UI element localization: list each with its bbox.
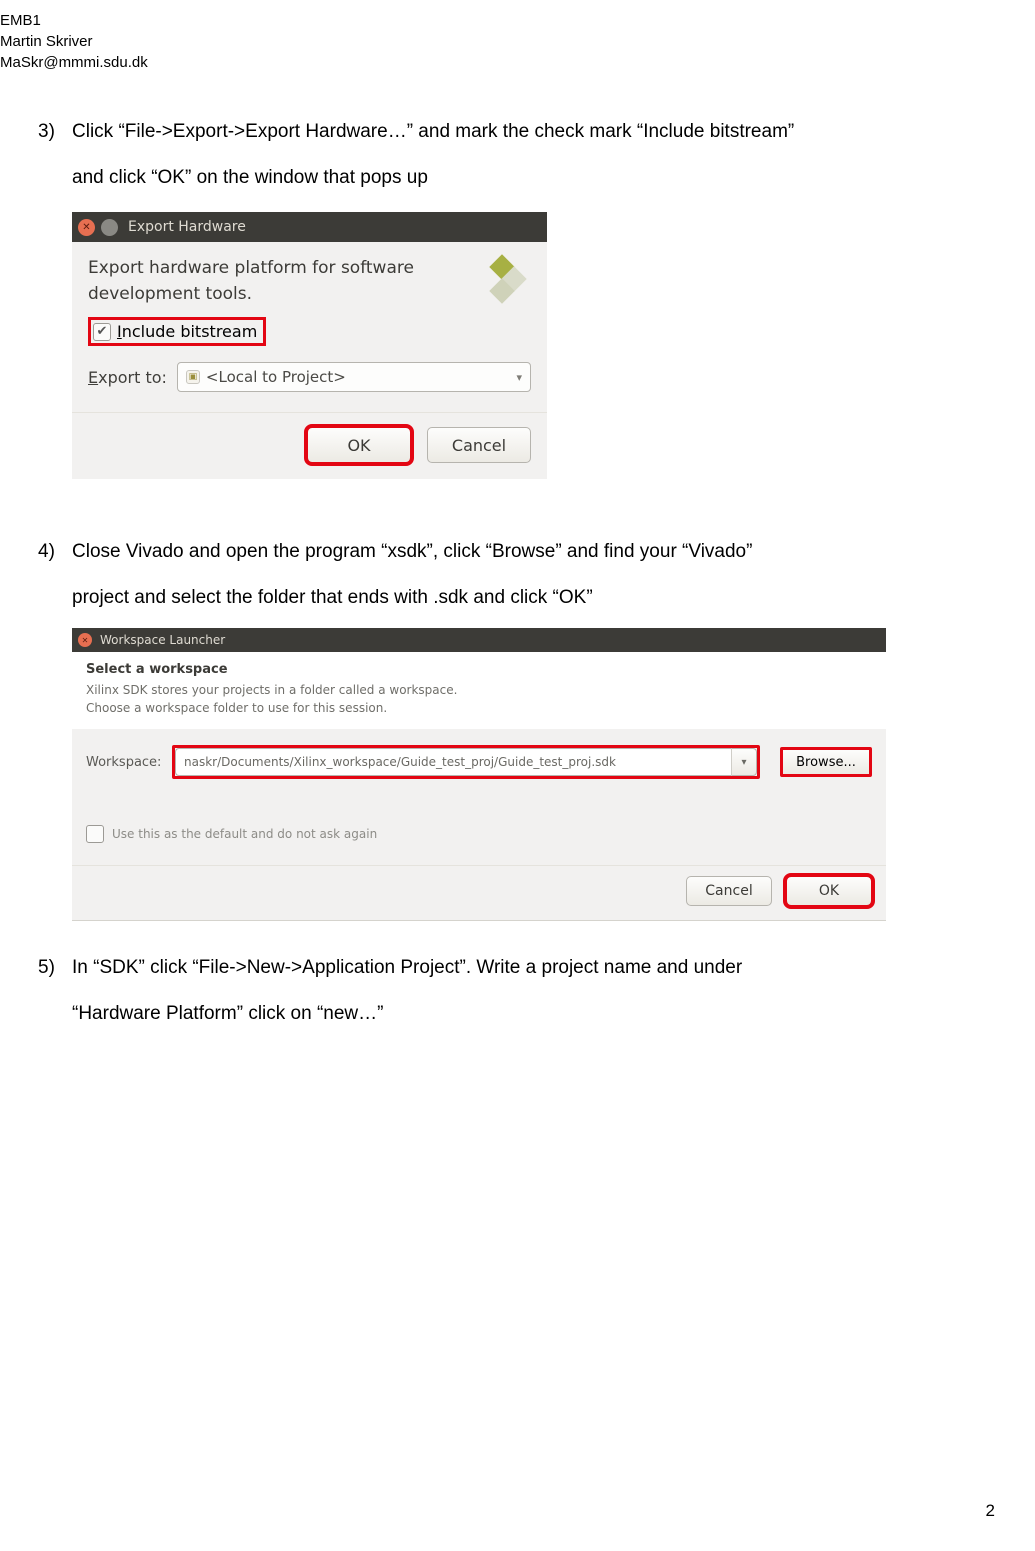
step-5-number: 5) xyxy=(38,945,72,991)
step-4: 4) Close Vivado and open the program “xs… xyxy=(38,529,955,921)
minimize-icon[interactable] xyxy=(101,219,118,236)
export-to-label: Export to: xyxy=(88,368,167,387)
doc-header: EMB1 Martin Skriver MaSkr@mmmi.sdu.dk xyxy=(0,10,955,73)
ok-button[interactable]: OK xyxy=(786,876,872,906)
browse-button[interactable]: Browse... xyxy=(780,747,872,777)
workspace-label: Workspace: xyxy=(86,755,164,770)
step-4-text-b: project and select the folder that ends … xyxy=(72,575,955,621)
cancel-button[interactable]: Cancel xyxy=(427,427,531,463)
dialog-titlebar: ✕ Export Hardware xyxy=(72,212,547,242)
header-line-3: MaSkr@mmmi.sdu.dk xyxy=(0,52,955,73)
step-3-number: 3) xyxy=(38,109,72,155)
step-3-text-b: and click “OK” on the window that pops u… xyxy=(72,155,955,201)
step-3-text-a: Click “File->Export->Export Hardware…” a… xyxy=(72,109,955,155)
close-icon[interactable]: ✕ xyxy=(78,633,92,647)
export-hardware-dialog: ✕ Export Hardware Export hardware platfo… xyxy=(72,208,547,479)
workspace-subtext-2: Choose a workspace folder to use for thi… xyxy=(86,699,872,717)
step-5-text-a: In “SDK” click “File->New->Application P… xyxy=(72,945,955,991)
chevron-down-icon: ▾ xyxy=(516,371,522,384)
dialog-title-text: Workspace Launcher xyxy=(100,633,225,647)
step-5: 5) In “SDK” click “File->New->Applicatio… xyxy=(38,945,955,1036)
step-4-text-a: Close Vivado and open the program “xsdk”… xyxy=(72,529,955,575)
workspace-path-dropdown[interactable]: ▾ xyxy=(731,748,757,776)
include-bitstream-checkbox[interactable]: ✔ xyxy=(93,323,111,341)
use-default-label: Use this as the default and do not ask a… xyxy=(112,827,377,841)
header-line-2: Martin Skriver xyxy=(0,31,955,52)
step-4-number: 4) xyxy=(38,529,72,575)
dialog-titlebar: ✕ Workspace Launcher xyxy=(72,628,886,652)
workspace-path-highlight: ▾ xyxy=(172,745,760,779)
workspace-path-input[interactable] xyxy=(175,748,731,776)
dialog-title-text: Export Hardware xyxy=(128,219,246,235)
ok-button[interactable]: OK xyxy=(307,427,411,463)
step-3: 3) Click “File->Export->Export Hardware…… xyxy=(38,109,955,479)
select-workspace-heading: Select a workspace xyxy=(86,662,872,677)
export-to-combobox[interactable]: ▣ <Local to Project> ▾ xyxy=(177,362,531,392)
dialog-description: Export hardware platform for software de… xyxy=(88,256,475,307)
close-icon[interactable]: ✕ xyxy=(78,219,95,236)
workspace-launcher-dialog: ✕ Workspace Launcher Select a workspace … xyxy=(72,628,886,921)
workspace-subtext-1: Xilinx SDK stores your projects in a fol… xyxy=(86,681,872,699)
xilinx-logo-icon xyxy=(485,256,531,302)
include-bitstream-label: Include bitstream xyxy=(117,322,257,341)
chevron-down-icon: ▾ xyxy=(741,757,746,768)
page-number: 2 xyxy=(986,1501,995,1521)
cancel-button[interactable]: Cancel xyxy=(686,876,772,906)
use-default-checkbox[interactable] xyxy=(86,825,104,843)
step-5-text-b: “Hardware Platform” click on “new…” xyxy=(72,991,955,1037)
folder-icon: ▣ xyxy=(186,370,200,384)
export-to-value: <Local to Project> xyxy=(206,368,346,386)
header-line-1: EMB1 xyxy=(0,10,955,31)
include-bitstream-highlight: ✔ Include bitstream xyxy=(88,317,266,346)
